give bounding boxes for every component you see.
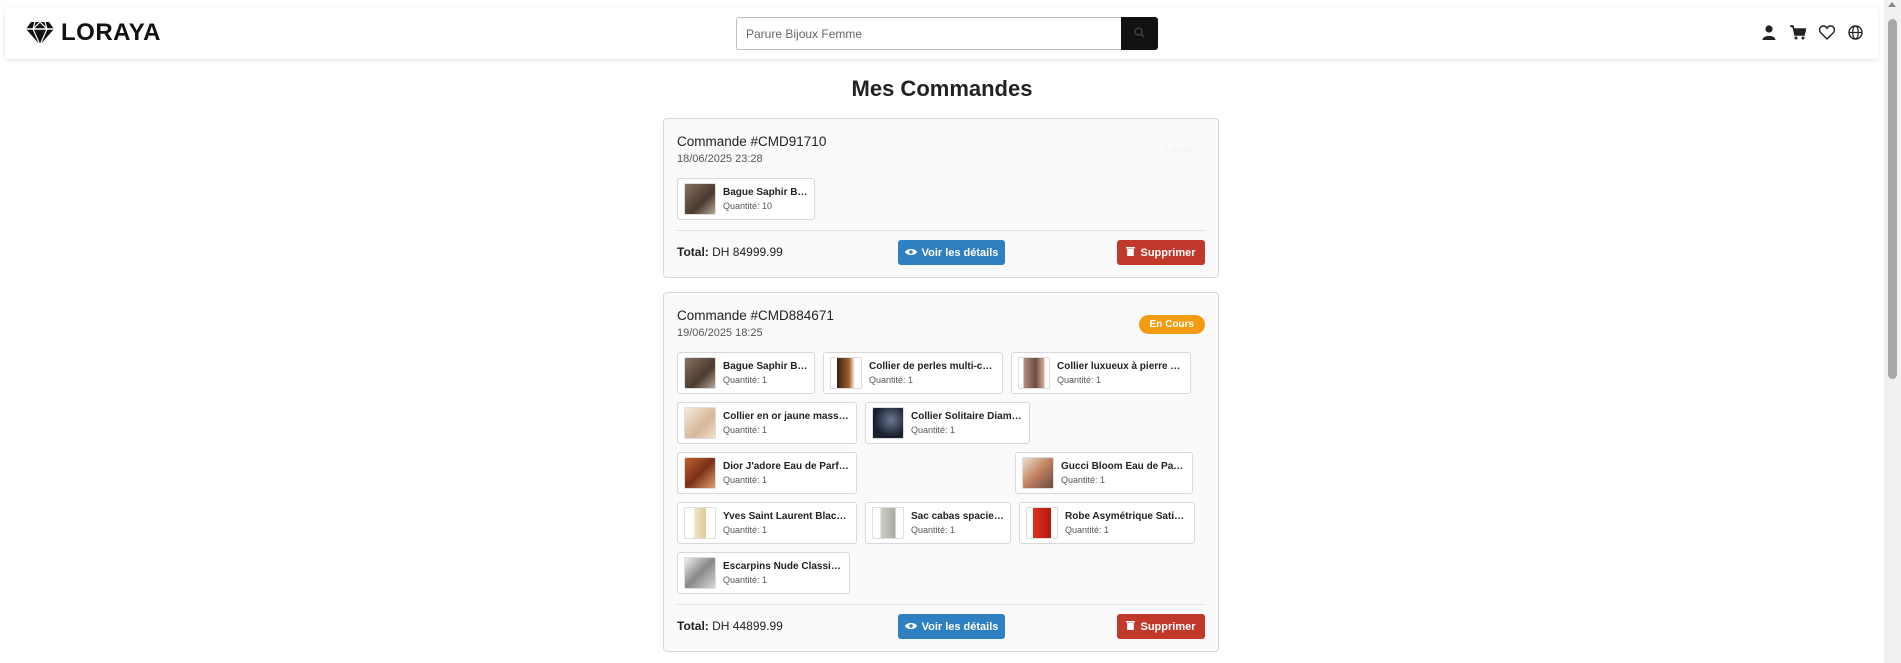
- order-number: Commande #CMD884671: [677, 308, 834, 323]
- divider: [677, 604, 1205, 605]
- diamond-icon: [25, 20, 55, 47]
- item-name: Escarpins Nude Classiques: [723, 561, 843, 572]
- delete-button[interactable]: Supprimer: [1117, 240, 1205, 265]
- item-quantity: Quantité: 1: [1061, 475, 1106, 485]
- order-item[interactable]: Gucci Bloom Eau de Parfu... Quantité: 1: [1015, 452, 1193, 494]
- order-item[interactable]: Dior J'adore Eau de Parfum Quantité: 1: [677, 452, 857, 494]
- product-thumbnail: [830, 357, 862, 389]
- status-badge: En Cours: [1138, 315, 1205, 334]
- page-title: Mes Commandes: [851, 76, 1033, 101]
- order-item[interactable]: Collier en or jaune massif... Quantité: 1: [677, 402, 857, 444]
- total-label: Total:: [677, 619, 709, 633]
- heart-icon[interactable]: [1818, 24, 1835, 41]
- trash-icon: [1126, 246, 1136, 259]
- product-thumbnail: [684, 407, 716, 439]
- order-item[interactable]: Collier Solitaire Diamant Quantité: 1: [865, 402, 1030, 444]
- total-value: DH 84999.99: [712, 245, 783, 259]
- status-badge: Livrée: [1164, 145, 1194, 156]
- product-thumbnail: [1026, 507, 1058, 539]
- product-thumbnail: [684, 457, 716, 489]
- item-quantity: Quantité: 1: [869, 375, 914, 385]
- search-input[interactable]: [736, 17, 1121, 50]
- order-date: 18/06/2025 23:28: [677, 153, 763, 165]
- scrollbar-thumb[interactable]: [1888, 19, 1897, 379]
- view-details-button[interactable]: Voir les détails: [898, 614, 1005, 639]
- user-icon[interactable]: [1760, 24, 1777, 41]
- order-number: Commande #CMD91710: [677, 134, 827, 149]
- item-name: Sac cabas spacieux: [911, 511, 1004, 522]
- order-item[interactable]: Collier de perles multi-co... Quantité: 1: [823, 352, 1003, 394]
- delete-button[interactable]: Supprimer: [1117, 614, 1205, 639]
- product-thumbnail: [872, 507, 904, 539]
- order-card: Commande #CMD91710 18/06/2025 23:28 Livr…: [663, 118, 1219, 278]
- product-thumbnail: [684, 507, 716, 539]
- item-name: Robe Asymétrique Satinée: [1065, 511, 1188, 522]
- brand-logo[interactable]: LORAYA: [25, 19, 161, 47]
- eye-icon: [904, 247, 917, 259]
- page-scrollbar[interactable]: [1884, 0, 1901, 663]
- product-thumbnail: [684, 557, 716, 589]
- total-label: Total:: [677, 245, 709, 259]
- item-quantity: Quantité: 1: [723, 425, 768, 435]
- order-item[interactable]: Yves Saint Laurent Black ... Quantité: 1: [677, 502, 857, 544]
- order-item[interactable]: Bague Saphir Bleu Quantité: 10: [677, 178, 815, 220]
- order-items: Bague Saphir Bleu Quantité: 10: [677, 178, 1197, 220]
- item-quantity: Quantité: 1: [911, 425, 956, 435]
- order-items: Bague Saphir Bleu Quantité: 1 Collier de …: [677, 352, 1197, 594]
- order-item[interactable]: Robe Asymétrique Satinée Quantité: 1: [1019, 502, 1195, 544]
- product-thumbnail: [684, 183, 716, 215]
- order-item[interactable]: Sac cabas spacieux Quantité: 1: [865, 502, 1011, 544]
- total-value: DH 44899.99: [712, 619, 783, 633]
- trash-icon: [1126, 620, 1136, 633]
- nav-icons: [1760, 24, 1864, 41]
- item-quantity: Quantité: 1: [723, 475, 768, 485]
- item-name: Gucci Bloom Eau de Parfu...: [1061, 461, 1186, 472]
- product-thumbnail: [684, 357, 716, 389]
- item-name: Bague Saphir Bleu: [723, 187, 808, 198]
- item-name: Collier luxueux à pierre d'...: [1057, 361, 1184, 372]
- order-date: 19/06/2025 18:25: [677, 327, 763, 339]
- product-thumbnail: [1018, 357, 1050, 389]
- globe-icon[interactable]: [1847, 24, 1864, 41]
- item-quantity: Quantité: 1: [723, 525, 768, 535]
- order-item[interactable]: Escarpins Nude Classiques Quantité: 1: [677, 552, 850, 594]
- item-quantity: Quantité: 1: [1057, 375, 1102, 385]
- cart-icon[interactable]: [1789, 24, 1806, 41]
- view-details-button[interactable]: Voir les détails: [898, 240, 1005, 265]
- item-quantity: Quantité: 1: [723, 575, 768, 585]
- order-total: Total: DH 84999.99: [677, 245, 783, 259]
- scroll-up-arrow-icon[interactable]: [1888, 2, 1896, 7]
- order-card: Commande #CMD884671 19/06/2025 18:25 En …: [663, 292, 1219, 652]
- search-bar: [736, 17, 1158, 50]
- item-quantity: Quantité: 10: [723, 201, 773, 211]
- order-item[interactable]: Collier luxueux à pierre d'... Quantité: …: [1011, 352, 1191, 394]
- brand-name: LORAYA: [61, 19, 161, 46]
- item-name: Collier Solitaire Diamant: [911, 411, 1023, 422]
- order-total: Total: DH 44899.99: [677, 619, 783, 633]
- item-name: Bague Saphir Bleu: [723, 361, 808, 372]
- item-quantity: Quantité: 1: [723, 375, 768, 385]
- item-quantity: Quantité: 1: [1065, 525, 1110, 535]
- item-name: Collier en or jaune massif...: [723, 411, 850, 422]
- product-thumbnail: [872, 407, 904, 439]
- item-quantity: Quantité: 1: [911, 525, 956, 535]
- order-item[interactable]: Bague Saphir Bleu Quantité: 1: [677, 352, 815, 394]
- item-name: Dior J'adore Eau de Parfum: [723, 461, 850, 472]
- eye-icon: [904, 621, 917, 633]
- item-name: Yves Saint Laurent Black ...: [723, 511, 850, 522]
- search-button[interactable]: [1121, 17, 1158, 50]
- top-navbar: LORAYA: [5, 7, 1878, 59]
- item-name: Collier de perles multi-co...: [869, 361, 996, 372]
- search-icon: [1134, 26, 1145, 41]
- product-thumbnail: [1022, 457, 1054, 489]
- divider: [677, 230, 1205, 231]
